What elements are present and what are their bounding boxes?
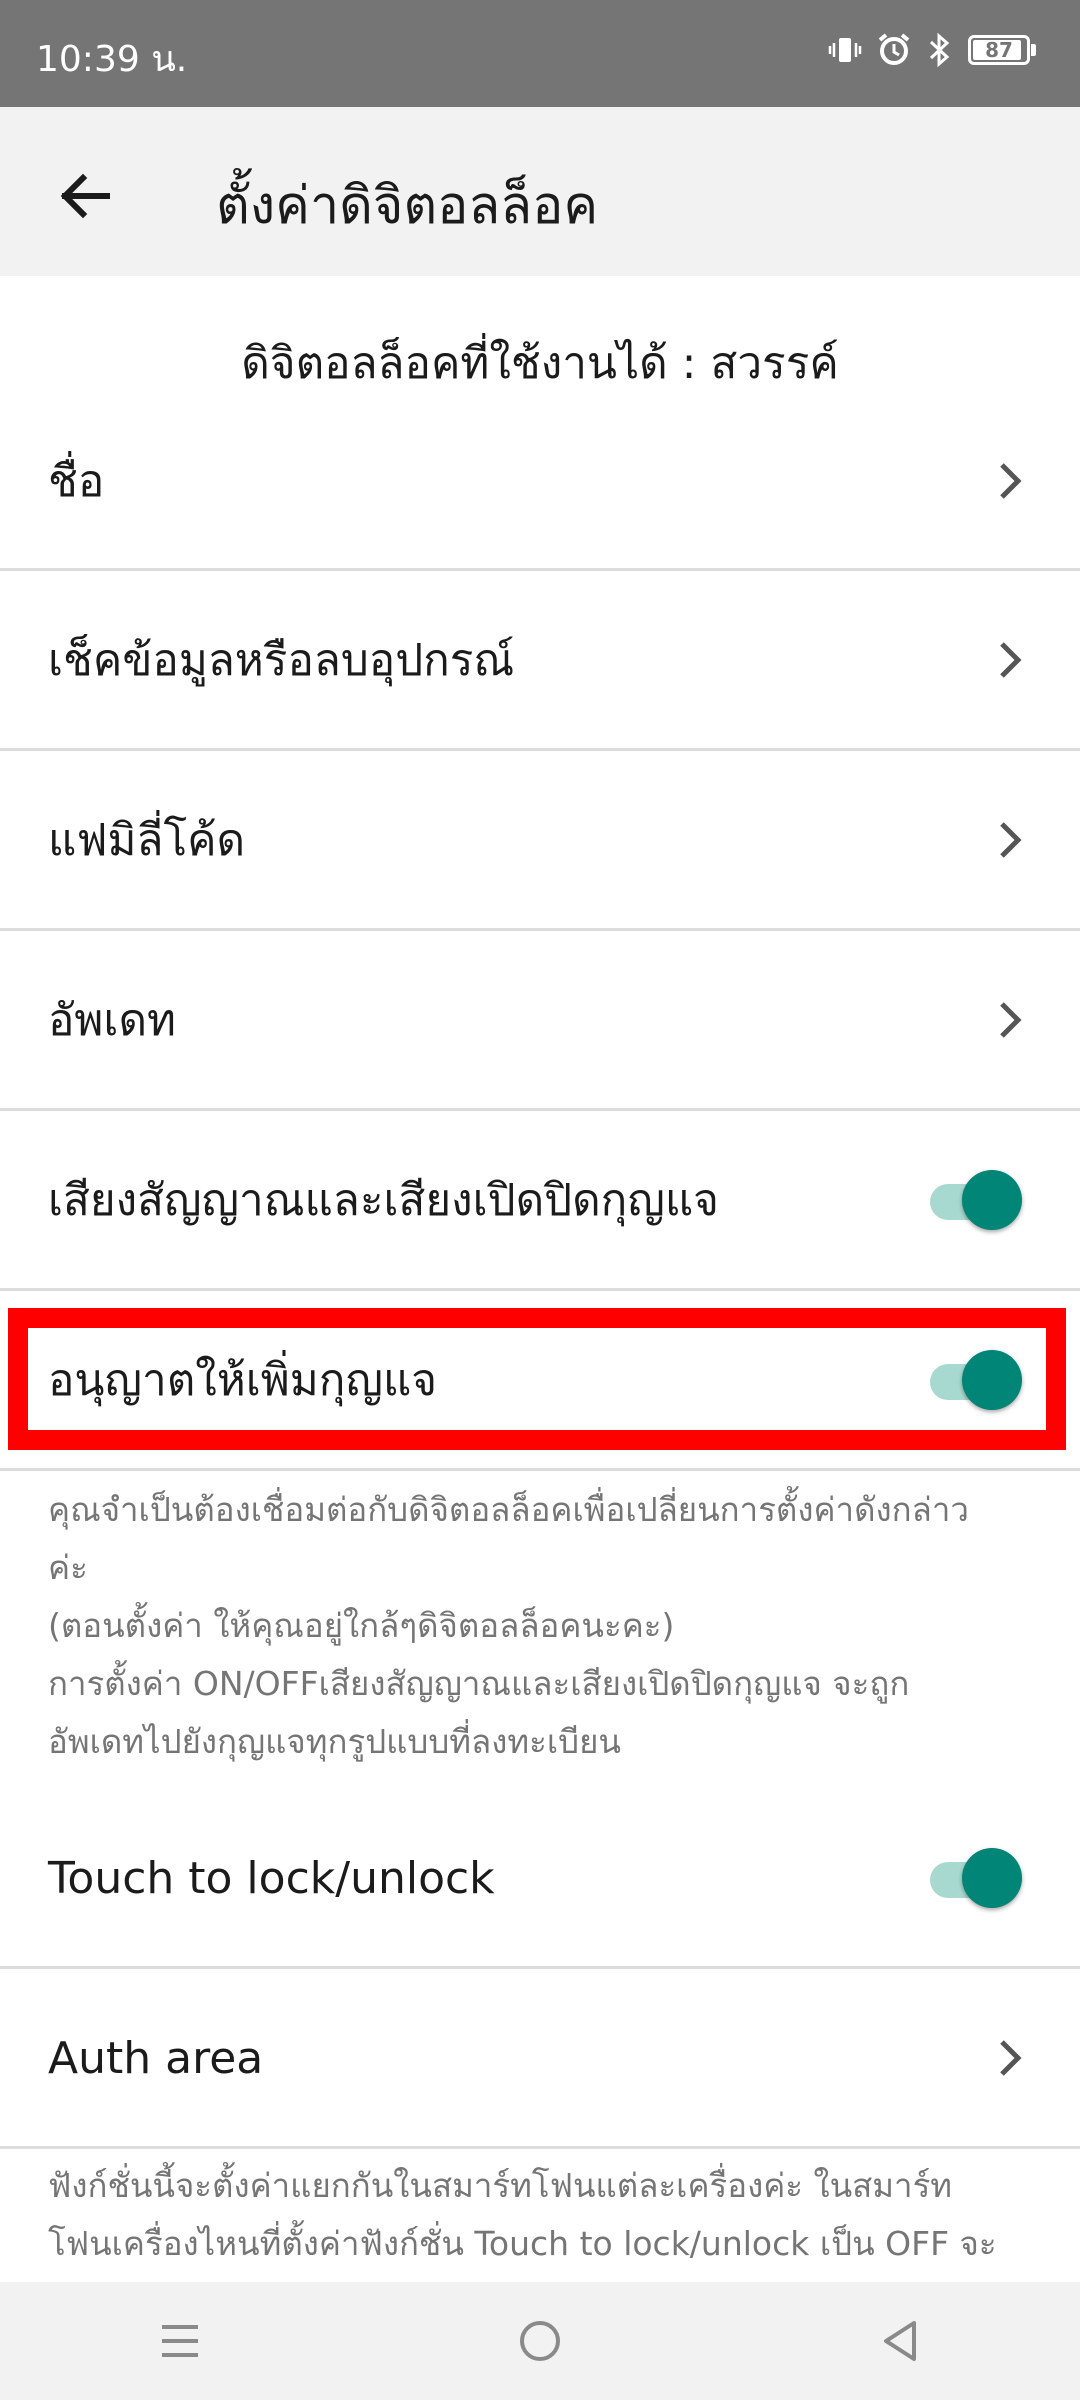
navigation-bar	[0, 2282, 1080, 2400]
chevron-right-icon	[996, 459, 1024, 503]
chevron-right-icon	[996, 638, 1024, 682]
chevron-right-icon	[996, 998, 1024, 1042]
section-caption: ดิจิตอลล็อคที่ใช้งานได้ : สวรรค์	[241, 338, 839, 389]
highlight-box	[8, 1308, 1066, 1450]
row-update[interactable]: อัพเดท	[0, 931, 1080, 1109]
row-device-info[interactable]: เช็คข้อมูลหรือลบอุปกรณ์	[0, 571, 1080, 749]
back-button[interactable]	[40, 151, 130, 241]
lock-sound-toggle[interactable]	[924, 1168, 1022, 1232]
row-family-code[interactable]: แฟมิลี่โค้ด	[0, 751, 1080, 929]
back-triangle-icon	[884, 2321, 916, 2361]
row-label: Auth area	[48, 2032, 264, 2084]
divider	[0, 2146, 1080, 2149]
row-auth-area[interactable]: Auth area	[0, 1969, 1080, 2147]
row-label: ชื่อ	[48, 456, 105, 507]
row-label: เสียงสัญญาณและเสียงเปิดปิดกุญแจ	[48, 1175, 719, 1226]
row-name[interactable]: ชื่อ	[0, 392, 1080, 570]
status-bar: 10:39 น. 87	[0, 0, 1080, 107]
note-line: คุณจำเป็นต้องเชื่อมต่อกับดิจิตอลล็อคเพื่…	[48, 1490, 969, 1529]
status-time: 10:39 น.	[36, 39, 188, 80]
note-line: อัพเดทไปยังกุญแจทุกรูปแบบที่ลงทะเบียน	[48, 1722, 621, 1761]
divider	[0, 1468, 1080, 1471]
row-label: Touch to lock/unlock	[48, 1852, 495, 1904]
row-lock-sound: เสียงสัญญาณและเสียงเปิดปิดกุญแจ	[0, 1111, 1080, 1289]
battery-icon: 87	[968, 35, 1036, 65]
home-icon	[520, 2321, 560, 2361]
note-line: การตั้งค่า ON/OFFเสียงสัญญาณและเสียงเปิด…	[48, 1664, 910, 1703]
page-title: ตั้งค่าดิจิตอลล็อค	[216, 176, 599, 236]
row-touch-lock: Touch to lock/unlock	[0, 1789, 1080, 1967]
menu-button[interactable]	[125, 2286, 235, 2396]
note-line: โฟนเครื่องไหนที่ตั้งค่าฟังก์ชั่น Touch t…	[48, 2224, 997, 2263]
note-line: ฟังก์ชั่นนี้จะตั้งค่าแยกกันในสมาร์ทโฟนแต…	[48, 2166, 953, 2205]
app-bar: ตั้งค่าดิจิตอลล็อค	[0, 107, 1080, 276]
arrow-left-icon	[60, 173, 110, 219]
battery-level: 87	[985, 38, 1013, 62]
chevron-right-icon	[996, 2036, 1024, 2080]
settings-note: คุณจำเป็นต้องเชื่อมต่อกับดิจิตอลล็อคเพื่…	[48, 1481, 1038, 1771]
note-line: (ตอนตั้งค่า ให้คุณอยู่ใกล้ๆดิจิตอลล็อคนะ…	[48, 1606, 675, 1645]
menu-icon	[162, 2325, 198, 2357]
touch-lock-toggle[interactable]	[924, 1846, 1022, 1910]
vibrate-icon	[828, 33, 862, 67]
alarm-icon	[876, 32, 912, 68]
bluetooth-icon	[926, 32, 954, 68]
touch-lock-note: ฟังก์ชั่นนี้จะตั้งค่าแยกกันในสมาร์ทโฟนแต…	[48, 2157, 1038, 2273]
row-label: อัพเดท	[48, 995, 177, 1046]
home-button[interactable]	[485, 2286, 595, 2396]
row-label: แฟมิลี่โค้ด	[48, 815, 246, 866]
status-icons: 87	[828, 32, 1036, 68]
note-line: ค่ะ	[48, 1548, 88, 1587]
back-nav-button[interactable]	[845, 2286, 955, 2396]
chevron-right-icon	[996, 818, 1024, 862]
row-label: เช็คข้อมูลหรือลบอุปกรณ์	[48, 635, 515, 686]
